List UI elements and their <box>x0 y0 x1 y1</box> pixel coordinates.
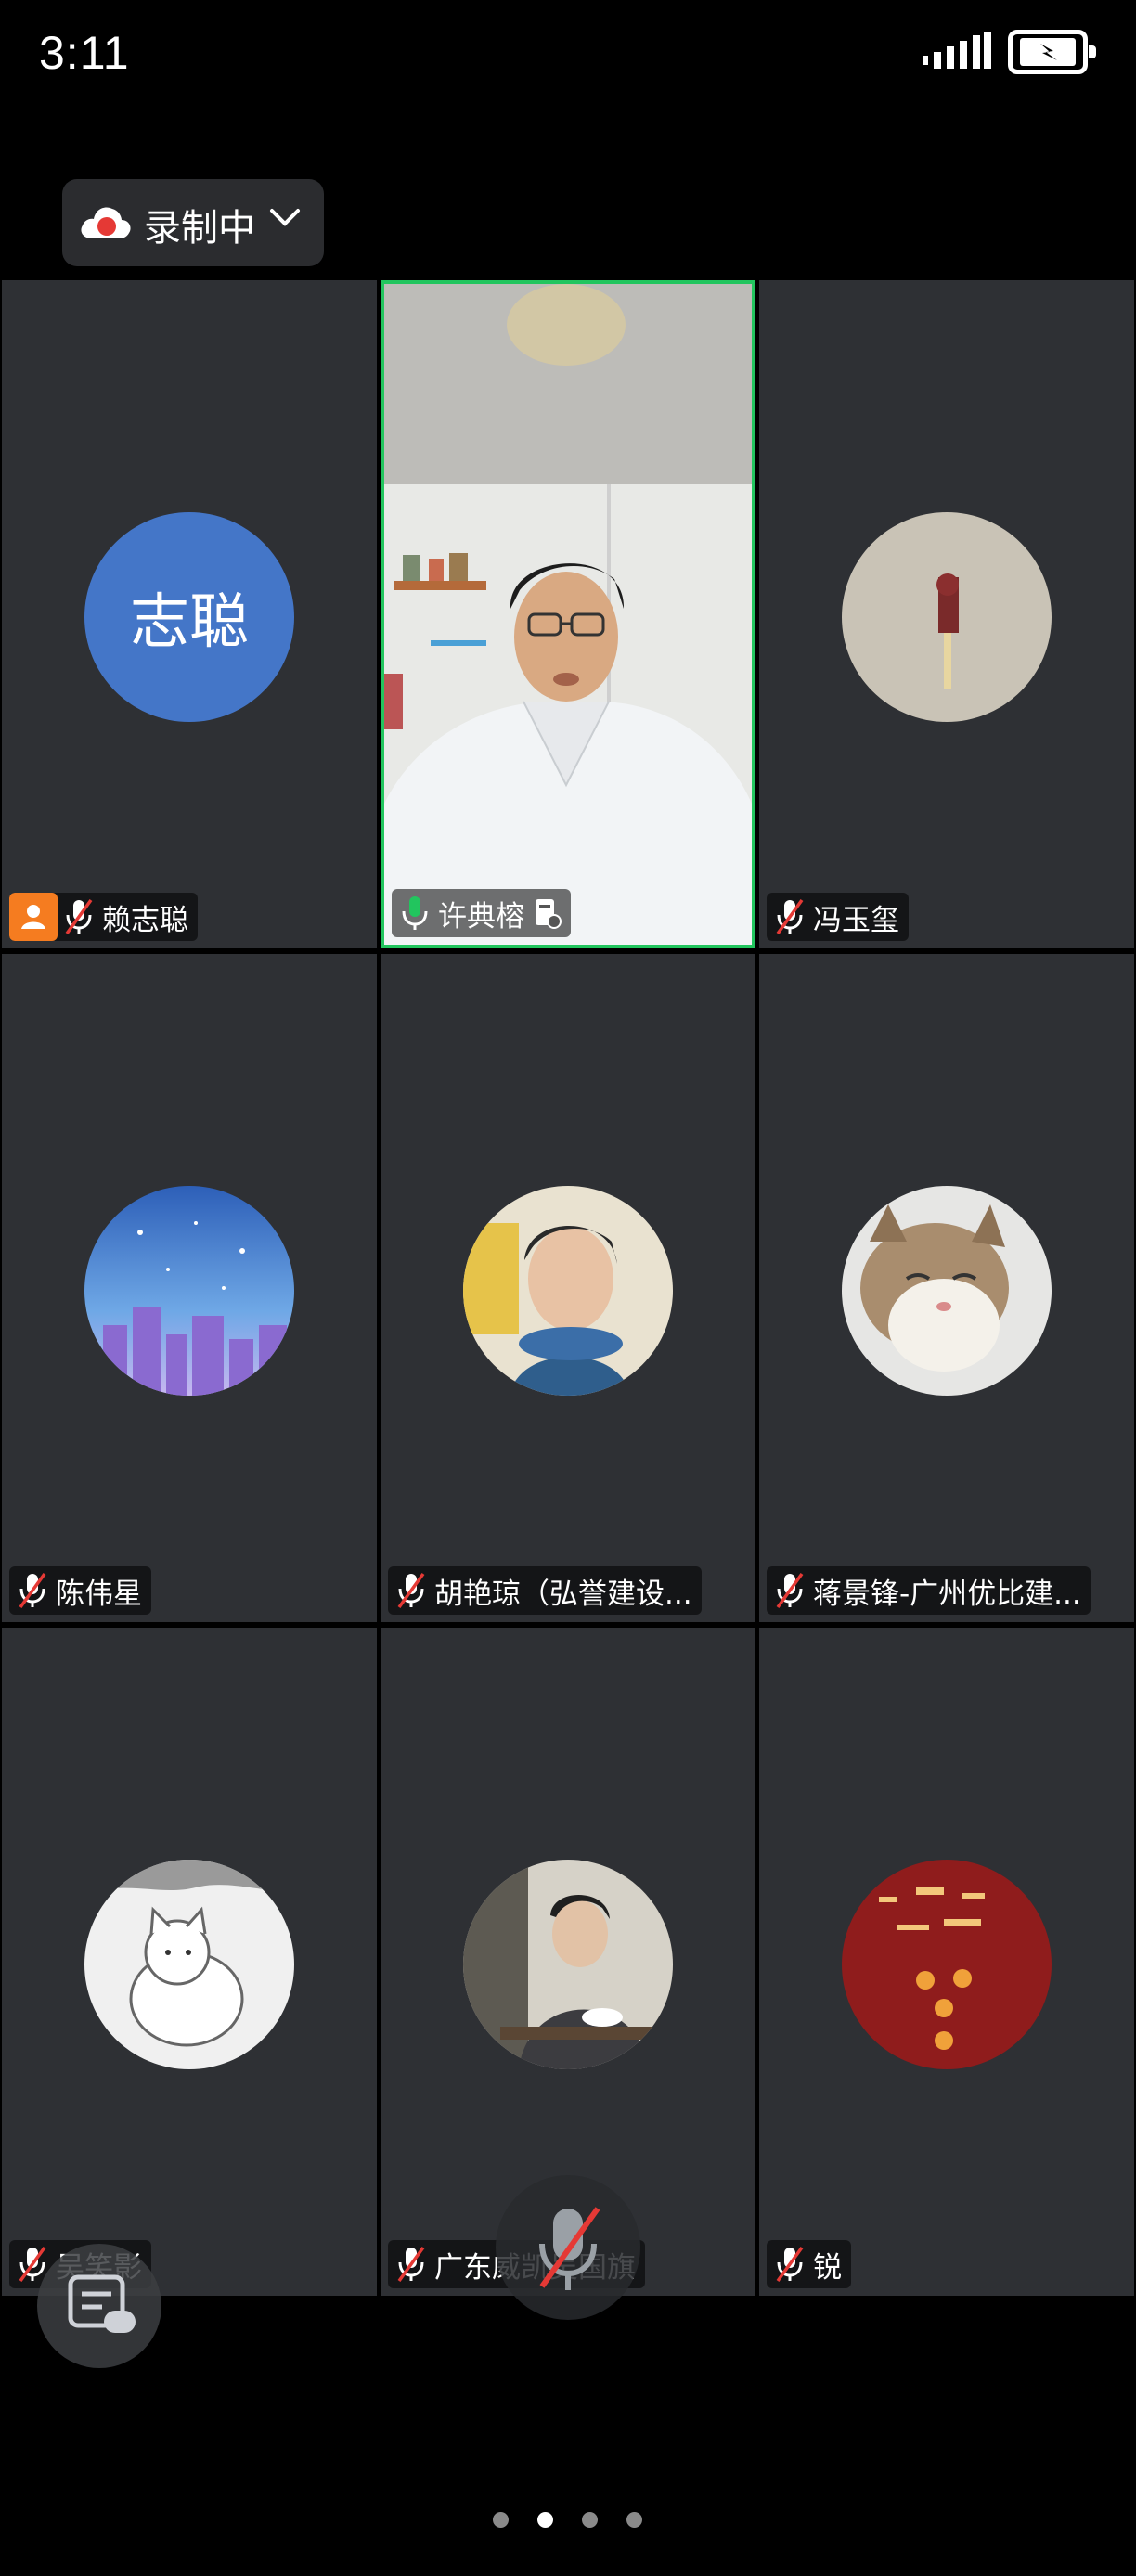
mic-active-icon <box>402 896 428 930</box>
participant-tile[interactable]: 蒋景锋-广州优比建... <box>759 954 1134 1622</box>
screen-share-icon <box>536 899 562 929</box>
participant-tile[interactable]: 冯玉玺 <box>759 280 1134 948</box>
cloud-record-icon <box>81 207 131 238</box>
mic-muted-icon <box>19 1572 46 1609</box>
avatar <box>84 1186 294 1396</box>
participant-name: 胡艳琼（弘誉建设... <box>434 1577 692 1611</box>
page-indicator <box>493 2512 642 2528</box>
participant-tile[interactable]: 陈伟星 <box>2 954 377 1622</box>
participant-name-tag: 许典榕 <box>392 889 571 937</box>
host-badge-icon <box>9 893 58 941</box>
participant-name: 许典榕 <box>438 899 524 934</box>
participant-name: 蒋景锋-广州优比建... <box>813 1577 1081 1611</box>
avatar <box>463 1860 673 2069</box>
mic-muted-icon <box>776 2246 804 2283</box>
participant-tile[interactable]: 锐 <box>759 1628 1134 2296</box>
mic-muted-icon <box>776 1572 804 1609</box>
recording-dropdown[interactable]: 录制中 <box>62 179 324 266</box>
chevron-down-icon <box>270 209 300 226</box>
mic-muted-icon <box>65 898 93 935</box>
participant-name-tag: 胡艳琼（弘誉建设... <box>388 1566 702 1615</box>
mic-muted-icon <box>776 898 804 935</box>
participant-tile[interactable]: 吴笑影 <box>2 1628 377 2296</box>
status-time: 3:11 <box>39 27 130 79</box>
video-feed <box>384 284 752 945</box>
avatar <box>842 1860 1052 2069</box>
avatar: 志聪 <box>84 512 294 722</box>
page-dot[interactable] <box>537 2512 553 2528</box>
participant-name-tag: 赖志聪 <box>9 893 198 941</box>
avatar <box>842 512 1052 722</box>
mic-muted-icon <box>397 1572 425 1609</box>
mic-muted-icon <box>397 2246 425 2283</box>
mic-muted-icon <box>539 2207 600 2290</box>
chat-icon <box>68 2274 136 2333</box>
signal-icon <box>923 32 991 69</box>
participant-name: 锐 <box>813 2250 842 2285</box>
participant-name-tag: 蒋景锋-广州优比建... <box>767 1566 1091 1615</box>
participant-tile[interactable]: 志聪赖志聪 <box>2 280 377 948</box>
participant-name-tag: 陈伟星 <box>9 1566 151 1615</box>
avatar <box>842 1186 1052 1396</box>
avatar <box>463 1186 673 1396</box>
recording-label: 录制中 <box>144 207 255 250</box>
page-dot[interactable] <box>493 2512 509 2528</box>
avatar <box>84 1860 294 2069</box>
participant-name-tag: 锐 <box>767 2240 851 2288</box>
participant-tile[interactable]: 胡艳琼（弘誉建设... <box>381 954 755 1622</box>
page-dot[interactable] <box>582 2512 598 2528</box>
participant-name: 冯玉玺 <box>813 903 899 937</box>
mute-microphone-button[interactable] <box>496 2175 640 2320</box>
participant-tile[interactable]: 许典榕 <box>381 280 755 948</box>
page-dot[interactable] <box>626 2512 642 2528</box>
participant-name: 赖志聪 <box>102 903 188 937</box>
participant-name-tag: 冯玉玺 <box>767 893 909 941</box>
battery-icon <box>1008 30 1096 74</box>
chat-float-button[interactable] <box>37 2244 161 2368</box>
participant-name: 陈伟星 <box>56 1577 142 1611</box>
